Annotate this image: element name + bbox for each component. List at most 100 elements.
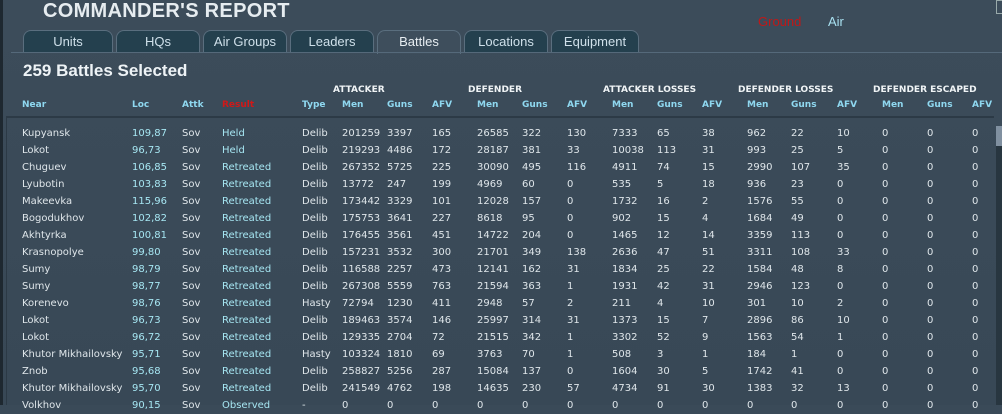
- column-header-afv[interactable]: AFV: [432, 100, 452, 110]
- cell-guns: 5559: [387, 281, 413, 292]
- cell-guns: 54: [791, 332, 804, 343]
- table-row[interactable]: Lokot 96,72 Sov Retreated Delib 129335 2704 72 2…: [7, 329, 994, 346]
- scrollbar-thumb[interactable]: [996, 126, 1002, 146]
- column-header-near[interactable]: Near: [22, 100, 46, 110]
- cell-result: Retreated: [222, 383, 272, 394]
- column-header-guns[interactable]: Guns: [522, 100, 548, 110]
- column-header-afv[interactable]: AFV: [972, 100, 992, 110]
- table-row[interactable]: Lokot 96,73 Sov Retreated Delib 189463 3574 146…: [7, 312, 994, 329]
- cell-near: Bogodukhov: [22, 213, 85, 224]
- table-row[interactable]: Khutor Mikhailovsky 95,71 Sov Retreated Hast…: [7, 346, 994, 363]
- cell-afv: 198: [432, 383, 452, 394]
- column-header-guns[interactable]: Guns: [657, 100, 683, 110]
- cell-afv: 69: [432, 349, 445, 360]
- column-header-men[interactable]: Men: [747, 100, 768, 110]
- resize-corner[interactable]: [996, 0, 1002, 14]
- table-row[interactable]: Korenevo 98,76 Sov Retreated Hasty 72794 1230 4…: [7, 295, 994, 312]
- cell-result: Retreated: [222, 264, 272, 275]
- column-header-afv[interactable]: AFV: [702, 100, 722, 110]
- cell-afv: 300: [432, 247, 452, 258]
- table-row[interactable]: Znob 95,68 Sov Retreated Delib 258827 5256 287 1…: [7, 363, 994, 380]
- cell-guns: 74: [657, 162, 670, 173]
- column-header-men[interactable]: Men: [477, 100, 498, 110]
- tab-units[interactable]: Units: [23, 30, 113, 53]
- cell-loc: 96,72: [132, 332, 161, 343]
- tab-battles[interactable]: Battles: [377, 30, 461, 54]
- tab-leaders[interactable]: Leaders: [290, 30, 374, 53]
- column-header-men[interactable]: Men: [342, 100, 363, 110]
- cell-men: 993: [747, 145, 767, 156]
- cell-guns: 162: [522, 264, 542, 275]
- column-header-afv[interactable]: AFV: [567, 100, 587, 110]
- table-row[interactable]: Sumy 98,77 Sov Retreated Delib 267308 5559 763 2…: [7, 278, 994, 295]
- column-header-result[interactable]: Result: [222, 100, 254, 110]
- cell-guns: 25: [657, 264, 670, 275]
- cell-attk: Sov: [182, 128, 201, 139]
- cell-afv: 0: [972, 162, 979, 173]
- cell-men: 258827: [342, 366, 381, 377]
- table-row[interactable]: Krasnopolye 99,80 Sov Retreated Delib 157231 3…: [7, 244, 994, 261]
- cell-men: 0: [612, 400, 619, 411]
- tab-locations[interactable]: Locations: [464, 30, 548, 53]
- table-row[interactable]: Khutor Mikhailovsky 95,70 Sov Retreated Deli…: [7, 380, 994, 397]
- cell-near: Lokot: [22, 145, 49, 156]
- column-header-attk[interactable]: Attk: [182, 100, 204, 110]
- cell-guns: 0: [927, 366, 934, 377]
- table-row[interactable]: Kupyansk 109,87 Sov Held Delib 201259 3397 165 2…: [7, 125, 994, 142]
- cell-men: 1563: [747, 332, 773, 343]
- cell-guns: 230: [522, 383, 542, 394]
- tab-equipment[interactable]: Equipment: [551, 30, 639, 53]
- table-row[interactable]: Akhtyrka 100,81 Sov Retreated Delib 176455 356…: [7, 227, 994, 244]
- cell-afv: 0: [567, 400, 574, 411]
- cell-men: 0: [342, 400, 349, 411]
- cell-result: Retreated: [222, 281, 272, 292]
- cell-guns: 3574: [387, 315, 413, 326]
- column-header-men[interactable]: Men: [882, 100, 903, 110]
- cell-men: 0: [882, 213, 889, 224]
- column-header-loc[interactable]: Loc: [132, 100, 149, 110]
- cell-guns: 113: [791, 230, 811, 241]
- cell-men: 0: [477, 400, 484, 411]
- table-row[interactable]: Sumy 98,79 Sov Retreated Delib 116588 2257 473 1…: [7, 261, 994, 278]
- cell-men: 2896: [747, 315, 773, 326]
- cell-men: 962: [747, 128, 767, 139]
- cell-afv: 0: [567, 230, 574, 241]
- table-row[interactable]: Bogodukhov 102,82 Sov Retreated Delib 175753 3…: [7, 210, 994, 227]
- tab-air-groups[interactable]: Air Groups: [203, 30, 287, 53]
- air-toggle[interactable]: Air: [828, 14, 844, 29]
- table-row[interactable]: Makeevka 115,96 Sov Retreated Delib 173442 332…: [7, 193, 994, 210]
- column-header-guns[interactable]: Guns: [387, 100, 413, 110]
- column-header-guns[interactable]: Guns: [791, 100, 817, 110]
- cell-attk: Sov: [182, 179, 201, 190]
- tab-hqs[interactable]: HQs: [116, 30, 200, 53]
- cell-afv: 18: [702, 179, 715, 190]
- cell-afv: 35: [837, 162, 850, 173]
- cell-men: 3302: [612, 332, 638, 343]
- scrollbar[interactable]: [996, 126, 1002, 405]
- cell-attk: Sov: [182, 315, 201, 326]
- cell-guns: 55: [791, 196, 804, 207]
- cell-afv: 172: [432, 145, 452, 156]
- table-row[interactable]: Lyubotin 103,83 Sov Retreated Delib 13772 247 1…: [7, 176, 994, 193]
- column-header-afv[interactable]: AFV: [837, 100, 857, 110]
- cell-loc: 106,85: [132, 162, 167, 173]
- cell-attk: Sov: [182, 213, 201, 224]
- cell-guns: 65: [657, 128, 670, 139]
- cell-guns: 0: [387, 400, 394, 411]
- table-row[interactable]: Volkhov 90,15 Sov Observed - 0 0 0 0 0 0 0 0 0 0 0 0 0 0 0: [7, 397, 994, 414]
- cell-result: Retreated: [222, 298, 272, 309]
- table-row[interactable]: Lokot 96,73 Sov Held Delib 219293 4486 172 28187…: [7, 142, 994, 159]
- column-header-guns[interactable]: Guns: [927, 100, 953, 110]
- cell-men: 1383: [747, 383, 773, 394]
- cell-result: Observed: [222, 400, 271, 411]
- tab-divider: [11, 52, 1002, 53]
- table-row[interactable]: Chuguev 106,85 Sov Retreated Delib 267352 5725…: [7, 159, 994, 176]
- cell-guns: 0: [927, 315, 934, 326]
- cell-result: Retreated: [222, 230, 272, 241]
- column-header-type[interactable]: Type: [302, 100, 325, 110]
- cell-afv: 14: [702, 230, 715, 241]
- cell-loc: 95,71: [132, 349, 161, 360]
- column-header-men[interactable]: Men: [612, 100, 633, 110]
- ground-toggle[interactable]: Ground: [758, 14, 801, 29]
- cell-afv: 0: [972, 383, 979, 394]
